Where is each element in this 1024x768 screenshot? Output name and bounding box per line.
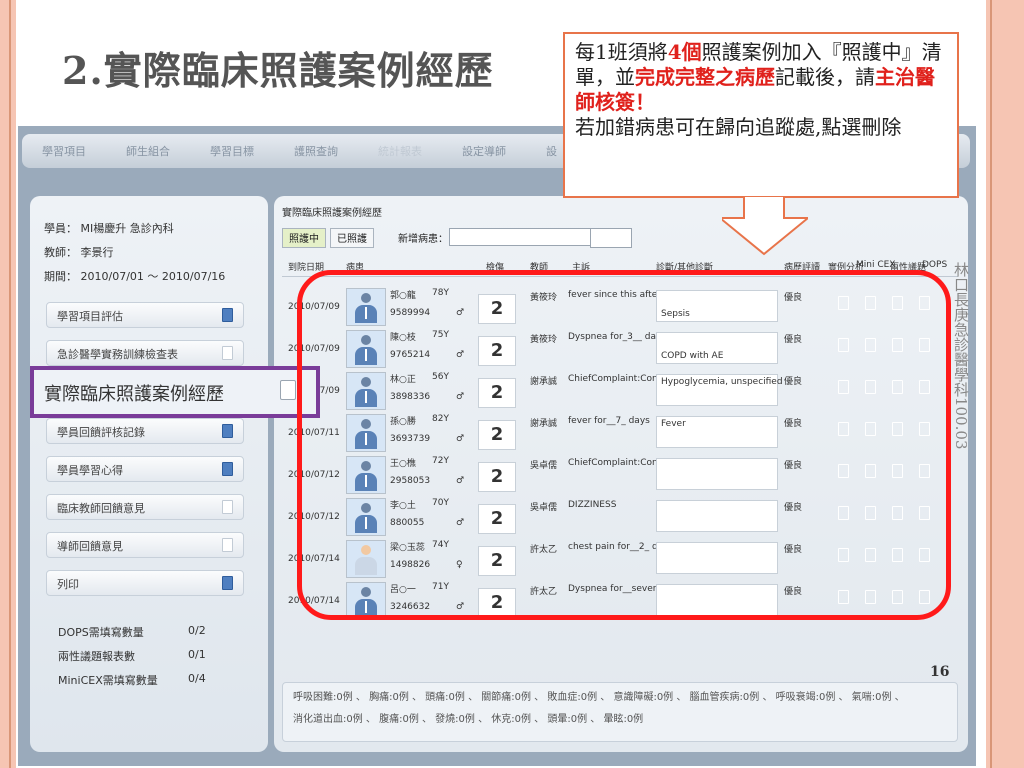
callout-text-red: 完成完整之病歷 [635, 65, 775, 89]
nav-item-goals[interactable]: 學習目標 [190, 143, 274, 159]
col-dops: DOPS [922, 260, 948, 270]
count-value: 0/1 [188, 648, 206, 661]
down-arrow-icon [722, 196, 808, 256]
nav-item-reports[interactable]: 統計報表 [358, 143, 442, 159]
document-icon [222, 538, 233, 552]
document-icon [280, 380, 296, 400]
period-info: 期間： 2010/07/01 ～ 2010/07/16 [44, 270, 226, 283]
tab-cared[interactable]: 已照護 [330, 228, 374, 248]
count-value: 0/2 [188, 624, 206, 637]
left-panel: 學員： MI楊慶升 急診內科 教師： 李景行 期間： 2010/07/01 ～ … [30, 196, 268, 752]
slide-title: 2.實際臨床照護案例經歷 [62, 48, 494, 93]
slide-left-border [0, 0, 16, 768]
nav-item-passport[interactable]: 護照查詢 [274, 143, 358, 159]
slide-right-border [986, 0, 1024, 768]
main-panel-title: 實際臨床照護案例經歷 [282, 208, 382, 219]
red-highlight-box [297, 270, 951, 620]
count-label: 兩性議題報表數 [58, 650, 135, 663]
menu-item-checklist[interactable]: 急診醫學實務訓練檢查表 [46, 340, 244, 366]
document-icon [222, 346, 233, 360]
menu-item-label: 學員回饋評核記錄 [57, 426, 145, 439]
menu-item-mentor-feedback[interactable]: 導師回饋意見 [46, 532, 244, 558]
document-icon [222, 308, 233, 322]
menu-item-label: 學習項目評估 [57, 310, 123, 323]
nav-item-set-mentor[interactable]: 設定導師 [442, 143, 526, 159]
case-summary-line: 呼吸困難:0例 、 胸痛:0例 、 頭痛:0例 、 關節痛:0例 、 敗血症:0… [293, 692, 905, 703]
callout-text-red: 4個 [667, 40, 702, 64]
menu-item-label: 學員學習心得 [57, 464, 123, 477]
student-info: 學員： MI楊慶升 急診內科 [44, 222, 174, 235]
side-caption: 林口長庚急診醫學科100.03 [952, 262, 970, 450]
menu-item-label: 臨床教師回饋意見 [57, 502, 145, 515]
highlight-label: 實際臨床照護案例經歷 [44, 384, 224, 405]
menu-item-reflections[interactable]: 學員學習心得 [46, 456, 244, 482]
document-icon [222, 576, 233, 590]
case-summary: 呼吸困難:0例 、 胸痛:0例 、 頭痛:0例 、 關節痛:0例 、 敗血症:0… [282, 682, 958, 742]
document-icon [222, 462, 233, 476]
instruction-callout: 每1班須將4個照護案例加入『照護中』清單，並完成完整之病歷記載後，請主治醫師核簽… [563, 32, 959, 198]
document-icon [222, 424, 233, 438]
new-patient-input[interactable] [449, 228, 591, 246]
nav-item-learning-items[interactable]: 學習項目 [22, 143, 106, 159]
teacher-info: 教師： 李景行 [44, 246, 114, 259]
count-minicex: MiniCEX需填寫數量 0/4 [58, 672, 206, 688]
page-number: 16 [930, 664, 950, 680]
add-patient-button[interactable] [590, 228, 632, 248]
menu-item-feedback-records[interactable]: 學員回饋評核記錄 [46, 418, 244, 444]
menu-item-print[interactable]: 列印 [46, 570, 244, 596]
menu-item-teacher-feedback[interactable]: 臨床教師回饋意見 [46, 494, 244, 520]
new-patient-label: 新增病患： [398, 234, 448, 245]
document-icon [222, 500, 233, 514]
count-dops: DOPS需填寫數量 0/2 [58, 624, 206, 640]
count-gender: 兩性議題報表數 0/1 [58, 648, 206, 664]
callout-text: 每1班須將 [575, 40, 668, 64]
case-summary-line: 消化道出血:0例 、 腹痛:0例 、 發燒:0例 、 休克:0例 、 頭暈:0例… [293, 714, 644, 725]
callout-text: 若加錯病患可在歸向追蹤處,點選刪除 [575, 115, 902, 139]
callout-text: 記載後，請 [775, 65, 875, 89]
count-label: DOPS需填寫數量 [58, 626, 144, 639]
count-label: MiniCEX需填寫數量 [58, 674, 158, 687]
menu-item-label: 列印 [57, 578, 79, 591]
menu-item-label: 導師回饋意見 [57, 540, 123, 553]
tab-in-care[interactable]: 照護中 [282, 228, 326, 248]
highlight-menu-item[interactable]: 實際臨床照護案例經歷 [30, 366, 320, 418]
menu-item-assessment[interactable]: 學習項目評估 [46, 302, 244, 328]
nav-item-teacher-student[interactable]: 師生組合 [106, 143, 190, 159]
count-value: 0/4 [188, 672, 206, 685]
menu-item-label: 急診醫學實務訓練檢查表 [57, 348, 178, 361]
